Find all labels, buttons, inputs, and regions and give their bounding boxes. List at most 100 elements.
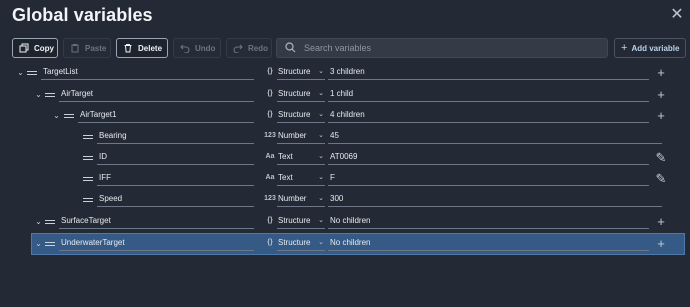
type-label: Structure — [278, 89, 311, 98]
add-variable-button[interactable]: + Add variable — [614, 38, 686, 58]
type-icon: {} — [267, 68, 273, 75]
add-child-plus-icon[interactable]: + — [655, 88, 667, 101]
variable-value-field[interactable]: 45 — [328, 130, 662, 144]
type-label: Number — [278, 131, 307, 140]
copy-icon — [19, 43, 29, 53]
trash-icon — [123, 43, 133, 53]
delete-button[interactable]: Delete — [116, 38, 168, 58]
add-child-plus-icon[interactable]: + — [655, 237, 667, 250]
type-select[interactable]: Text ⌄ — [277, 151, 325, 165]
chevron-down-icon[interactable]: ⌄ — [16, 68, 25, 77]
type-select[interactable]: Structure ⌄ — [277, 109, 325, 123]
variable-row[interactable]: Bearing 123 Number ⌄ 45 — [0, 126, 690, 148]
variable-value-field[interactable]: 4 children — [328, 109, 649, 123]
paste-label: Paste — [85, 43, 107, 53]
variable-name-field[interactable]: TargetList — [41, 66, 254, 80]
variable-name-field[interactable]: IFF — [97, 172, 254, 186]
copy-button[interactable]: Copy — [12, 38, 58, 58]
chevron-down-icon[interactable]: ⌄ — [52, 111, 61, 120]
redo-button[interactable]: Redo — [226, 38, 272, 58]
delete-label: Delete — [138, 43, 163, 53]
type-label: Number — [278, 194, 307, 203]
undo-button[interactable]: Undo — [173, 38, 221, 58]
add-variable-label: Add variable — [631, 43, 680, 53]
chevron-down-icon: ⌄ — [318, 239, 324, 246]
variable-name-field[interactable]: UnderwaterTarget — [59, 237, 254, 251]
drag-handle-icon[interactable] — [45, 93, 55, 97]
drag-handle-icon[interactable] — [45, 242, 55, 246]
type-select[interactable]: Structure ⌄ — [277, 237, 325, 251]
variable-value-field[interactable]: AT0069 — [328, 151, 649, 165]
variable-row[interactable]: Speed 123 Number ⌄ 300 — [0, 189, 690, 211]
close-icon[interactable]: ✕ — [670, 7, 684, 23]
type-select[interactable]: Number ⌄ — [277, 193, 325, 207]
chevron-down-icon: ⌄ — [318, 195, 324, 202]
type-select[interactable]: Structure ⌄ — [277, 88, 325, 102]
variable-name-field[interactable]: Bearing — [97, 130, 254, 144]
drag-handle-icon[interactable] — [45, 220, 55, 224]
search-input[interactable] — [304, 43, 594, 53]
chevron-down-icon: ⌄ — [318, 174, 324, 181]
type-icon: Aa — [265, 174, 275, 181]
type-icon: 123 — [264, 132, 276, 139]
type-label: Structure — [278, 67, 311, 76]
clipboard-icon — [70, 43, 80, 53]
search-icon — [285, 41, 296, 55]
variable-value-field[interactable]: 1 child — [328, 88, 649, 102]
add-child-plus-icon[interactable]: + — [655, 109, 667, 122]
variable-value-field[interactable]: 300 — [328, 193, 662, 207]
plus-icon: + — [621, 42, 628, 54]
variable-row[interactable]: ⌄ SurfaceTarget {} Structure ⌄ No children + — [0, 211, 690, 233]
add-child-plus-icon[interactable]: + — [655, 66, 667, 79]
drag-handle-icon[interactable] — [83, 198, 93, 202]
type-select[interactable]: Structure ⌄ — [277, 215, 325, 229]
type-label: Structure — [278, 110, 311, 119]
chevron-down-icon: ⌄ — [318, 111, 324, 118]
type-icon: {} — [267, 90, 273, 97]
type-select[interactable]: Text ⌄ — [277, 172, 325, 186]
redo-icon — [233, 43, 243, 53]
variable-row[interactable]: IFF Aa Text ⌄ F ✎ — [0, 168, 690, 190]
variable-name-field[interactable]: SurfaceTarget — [59, 215, 254, 229]
variable-name-field[interactable]: ID — [97, 151, 254, 165]
type-icon: {} — [267, 111, 273, 118]
drag-handle-icon[interactable] — [27, 71, 37, 75]
variable-value-field[interactable]: No children — [328, 237, 649, 251]
variable-value-field[interactable]: No children — [328, 215, 649, 229]
type-icon: 123 — [264, 195, 276, 202]
variable-row[interactable]: ID Aa Text ⌄ AT0069 ✎ — [0, 147, 690, 169]
drag-handle-icon[interactable] — [83, 177, 93, 181]
page-title: Global variables — [12, 5, 153, 25]
variable-row[interactable]: ⌄ TargetList {} Structure ⌄ 3 children + — [0, 62, 690, 84]
variable-row[interactable]: ⌄ UnderwaterTarget {} Structure ⌄ No children… — [0, 233, 690, 255]
type-icon: {} — [267, 239, 273, 246]
undo-icon — [180, 43, 190, 53]
undo-label: Undo — [195, 43, 216, 53]
drag-handle-icon[interactable] — [64, 114, 74, 118]
variable-value-field[interactable]: 3 children — [328, 66, 649, 80]
type-icon: {} — [267, 217, 273, 224]
type-label: Text — [278, 152, 293, 161]
type-select[interactable]: Number ⌄ — [277, 130, 325, 144]
type-icon: Aa — [265, 153, 275, 160]
paste-button[interactable]: Paste — [63, 38, 111, 58]
search-field[interactable] — [276, 38, 608, 58]
chevron-down-icon: ⌄ — [318, 153, 324, 160]
chevron-down-icon[interactable]: ⌄ — [34, 239, 43, 248]
edit-pencil-icon[interactable]: ✎ — [655, 151, 667, 164]
variable-row[interactable]: ⌄ AirTarget {} Structure ⌄ 1 child + — [0, 84, 690, 106]
variable-row[interactable]: ⌄ AirTarget1 {} Structure ⌄ 4 children + — [0, 105, 690, 127]
add-child-plus-icon[interactable]: + — [655, 215, 667, 228]
type-select[interactable]: Structure ⌄ — [277, 66, 325, 80]
variable-value-field[interactable]: F — [328, 172, 649, 186]
variable-name-field[interactable]: AirTarget1 — [78, 109, 254, 123]
redo-label: Redo — [248, 43, 268, 53]
copy-label: Copy — [34, 43, 54, 53]
variable-name-field[interactable]: AirTarget — [59, 88, 254, 102]
drag-handle-icon[interactable] — [83, 135, 93, 139]
variable-name-field[interactable]: Speed — [97, 193, 254, 207]
drag-handle-icon[interactable] — [83, 156, 93, 160]
chevron-down-icon[interactable]: ⌄ — [34, 217, 43, 226]
edit-pencil-icon[interactable]: ✎ — [655, 172, 667, 185]
chevron-down-icon[interactable]: ⌄ — [34, 90, 43, 99]
